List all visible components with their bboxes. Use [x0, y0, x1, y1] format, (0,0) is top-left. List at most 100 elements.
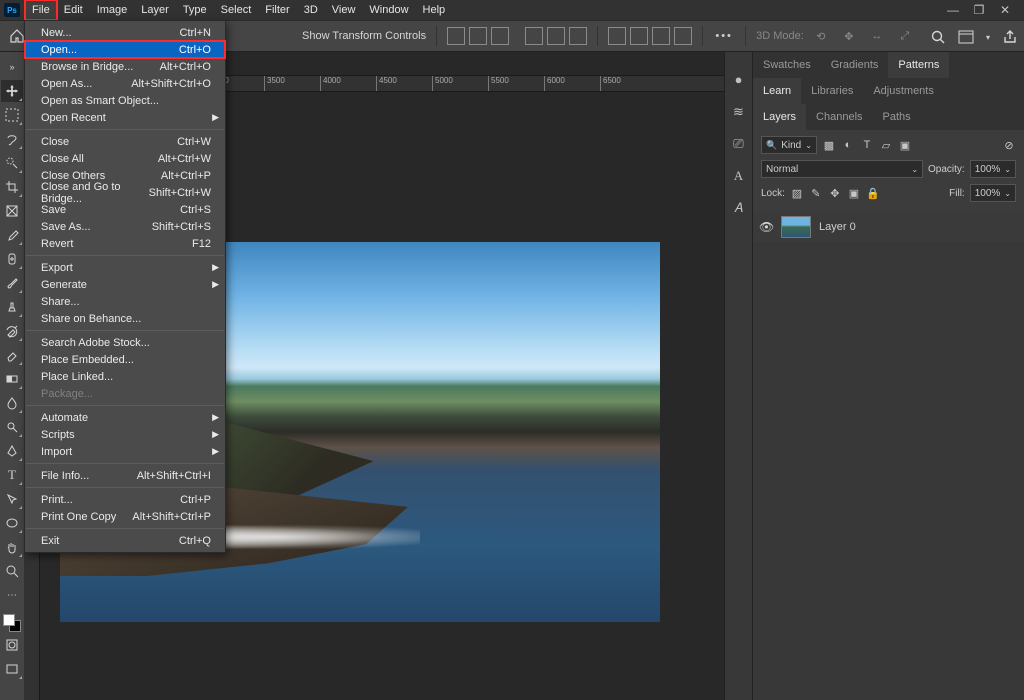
align-bottom-icon[interactable] [569, 27, 587, 45]
menu-item-automate[interactable]: Automate▶ [25, 409, 225, 426]
eyedropper-tool[interactable] [1, 224, 23, 246]
lock-all-icon[interactable]: 🔒 [866, 186, 880, 200]
menu-layer[interactable]: Layer [134, 0, 176, 20]
menu-item-save[interactable]: SaveCtrl+S [25, 201, 225, 218]
3d-orbit-icon[interactable]: ⟲ [810, 25, 832, 47]
menu-item-place-linked[interactable]: Place Linked... [25, 368, 225, 385]
filter-toggle-icon[interactable]: ⊘ [1002, 138, 1016, 152]
align-right-icon[interactable] [491, 27, 509, 45]
visibility-icon[interactable]: 👁 [759, 220, 773, 234]
menu-item-exit[interactable]: ExitCtrl+Q [25, 532, 225, 549]
hand-tool[interactable] [1, 536, 23, 558]
menu-item-save-as[interactable]: Save As...Shift+Ctrl+S [25, 218, 225, 235]
dodge-tool[interactable] [1, 416, 23, 438]
tab-learn[interactable]: Learn [753, 78, 801, 104]
type-tool[interactable]: T [1, 464, 23, 486]
align-left-icon[interactable] [447, 27, 465, 45]
blend-mode-select[interactable]: Normal⌄ [761, 160, 923, 178]
filter-kind-select[interactable]: 🔍Kind⌄ [761, 136, 817, 154]
tab-channels[interactable]: Channels [806, 104, 872, 130]
collapsed-panel-icon[interactable]: A [729, 166, 749, 186]
menu-item-file-info[interactable]: File Info...Alt+Shift+Ctrl+I [25, 467, 225, 484]
menu-item-generate[interactable]: Generate▶ [25, 276, 225, 293]
tab-libraries[interactable]: Libraries [801, 78, 863, 104]
menu-item-open-recent[interactable]: Open Recent▶ [25, 109, 225, 126]
collapsed-panel-icon[interactable]: ● [729, 70, 749, 90]
menu-window[interactable]: Window [362, 0, 415, 20]
menu-view[interactable]: View [325, 0, 363, 20]
frame-tool[interactable] [1, 200, 23, 222]
edit-toolbar-icon[interactable]: ⋯ [1, 584, 23, 606]
show-transform-label[interactable]: Show Transform Controls [302, 30, 426, 42]
chevrons-icon[interactable]: » [1, 56, 23, 78]
menu-item-scripts[interactable]: Scripts▶ [25, 426, 225, 443]
menu-item-new[interactable]: New...Ctrl+N [25, 24, 225, 41]
gradient-tool[interactable] [1, 368, 23, 390]
tab-swatches[interactable]: Swatches [753, 52, 821, 78]
lock-position-icon[interactable]: ✥ [828, 186, 842, 200]
tab-adjustments[interactable]: Adjustments [863, 78, 944, 104]
arrange-docs-icon[interactable] [958, 30, 974, 44]
tab-patterns[interactable]: Patterns [888, 52, 949, 78]
collapsed-panel-icon[interactable]: 𝐴 [729, 198, 749, 218]
menu-item-place-embedded[interactable]: Place Embedded... [25, 351, 225, 368]
align-top-icon[interactable] [525, 27, 543, 45]
color-swatch[interactable] [3, 614, 21, 632]
tab-gradients[interactable]: Gradients [821, 52, 889, 78]
distribute-h-icon[interactable] [608, 27, 626, 45]
move-tool[interactable] [1, 80, 23, 102]
quick-select-tool[interactable] [1, 152, 23, 174]
menu-item-close[interactable]: CloseCtrl+W [25, 133, 225, 150]
pixel-filter-icon[interactable]: ▩ [822, 138, 836, 152]
menu-edit[interactable]: Edit [57, 0, 90, 20]
stamp-tool[interactable] [1, 296, 23, 318]
menu-item-open-as[interactable]: Open As...Alt+Shift+Ctrl+O [25, 75, 225, 92]
menu-item-import[interactable]: Import▶ [25, 443, 225, 460]
menu-image[interactable]: Image [90, 0, 135, 20]
3d-slide-icon[interactable]: ↔ [866, 25, 888, 47]
shape-filter-icon[interactable]: ▱ [879, 138, 893, 152]
menu-item-print-one-copy[interactable]: Print One CopyAlt+Shift+Ctrl+P [25, 508, 225, 525]
menu-filter[interactable]: Filter [258, 0, 296, 20]
menu-type[interactable]: Type [176, 0, 214, 20]
menu-item-export[interactable]: Export▶ [25, 259, 225, 276]
lock-image-icon[interactable]: ✎ [809, 186, 823, 200]
menu-item-open[interactable]: Open...Ctrl+O [25, 41, 225, 58]
tab-paths[interactable]: Paths [873, 104, 921, 130]
fill-input[interactable]: 100%⌄ [970, 184, 1016, 202]
menu-file[interactable]: File [25, 0, 57, 20]
minimize-button[interactable]: — [946, 3, 960, 17]
lock-artboard-icon[interactable]: ▣ [847, 186, 861, 200]
distribute-icon[interactable] [674, 27, 692, 45]
layer-thumbnail[interactable] [781, 216, 811, 238]
chevron-down-icon[interactable]: ▾ [986, 33, 990, 42]
align-center-icon[interactable] [469, 27, 487, 45]
adjust-filter-icon[interactable]: ◐ [841, 138, 855, 152]
zoom-tool[interactable] [1, 560, 23, 582]
more-icon[interactable]: ••• [713, 25, 735, 47]
screen-mode-icon[interactable] [1, 658, 23, 680]
menu-select[interactable]: Select [214, 0, 259, 20]
menu-item-browse-in-bridge[interactable]: Browse in Bridge...Alt+Ctrl+O [25, 58, 225, 75]
align-middle-icon[interactable] [547, 27, 565, 45]
menu-3d[interactable]: 3D [297, 0, 325, 20]
history-brush-tool[interactable] [1, 320, 23, 342]
layer-item[interactable]: 👁 Layer 0 [753, 212, 1024, 242]
quick-mask-icon[interactable] [1, 634, 23, 656]
distribute-v-icon[interactable] [630, 27, 648, 45]
close-button[interactable]: ✕ [998, 3, 1012, 17]
tab-layers[interactable]: Layers [753, 104, 806, 130]
menu-item-close-all[interactable]: Close AllAlt+Ctrl+W [25, 150, 225, 167]
lock-transparent-icon[interactable]: ▨ [790, 186, 804, 200]
lasso-tool[interactable] [1, 128, 23, 150]
collapsed-panel-icon[interactable]: ⎚ [729, 134, 749, 154]
smart-filter-icon[interactable]: ▣ [898, 138, 912, 152]
menu-item-open-as-smart-object[interactable]: Open as Smart Object... [25, 92, 225, 109]
opacity-input[interactable]: 100%⌄ [970, 160, 1016, 178]
menu-item-revert[interactable]: RevertF12 [25, 235, 225, 252]
crop-tool[interactable] [1, 176, 23, 198]
blur-tool[interactable] [1, 392, 23, 414]
distribute-icon[interactable] [652, 27, 670, 45]
eraser-tool[interactable] [1, 344, 23, 366]
menu-item-close-and-go-to-bridge[interactable]: Close and Go to Bridge...Shift+Ctrl+W [25, 184, 225, 201]
